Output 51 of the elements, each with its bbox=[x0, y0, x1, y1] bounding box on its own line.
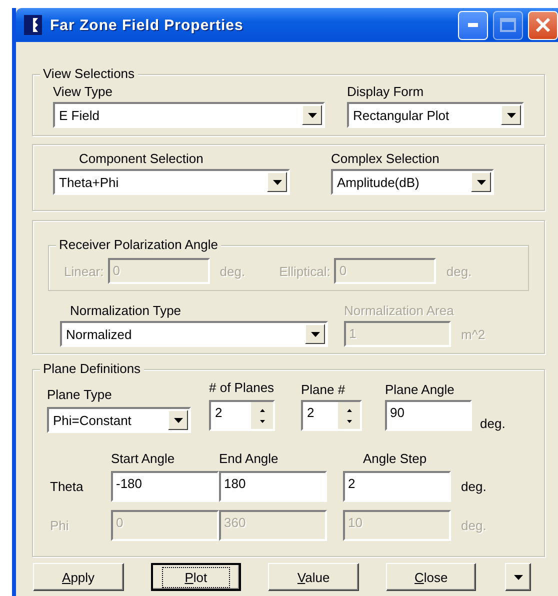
column-header: Start Angle bbox=[111, 451, 176, 467]
planes-spinner[interactable]: 2 bbox=[209, 400, 275, 431]
more-button[interactable] bbox=[505, 563, 531, 591]
dialog-button[interactable]: Apply bbox=[33, 563, 124, 591]
spin-arrows-icon bbox=[337, 402, 360, 429]
field-label: Display Form bbox=[347, 84, 425, 100]
normalization-dropdown[interactable]: Normalized bbox=[60, 321, 328, 347]
field-label: Plane # bbox=[301, 382, 346, 398]
app-icon bbox=[24, 15, 42, 35]
angle-input[interactable]: 2 bbox=[343, 471, 451, 502]
display-form-dropdown[interactable]: Rectangular Plot bbox=[347, 102, 524, 128]
field-label: Linear: bbox=[64, 264, 104, 278]
field-label: Complex Selection bbox=[331, 151, 440, 167]
maximize-icon bbox=[500, 18, 516, 32]
field-label: Normalization Area bbox=[344, 303, 455, 319]
row-label: Phi bbox=[49, 518, 70, 533]
plane-angle-input[interactable]: 90 bbox=[385, 400, 472, 431]
view-type-dropdown[interactable]: E Field bbox=[53, 102, 325, 128]
unit-label: m^2 bbox=[461, 326, 486, 342]
field-label: Normalization Type bbox=[69, 303, 182, 319]
plane-number-spinner[interactable]: 2 bbox=[301, 400, 362, 431]
angle-input[interactable]: -180 bbox=[111, 471, 219, 502]
group-title: Receiver Polarization Angle bbox=[56, 237, 221, 253]
plane-type-dropdown[interactable]: Phi=Constant bbox=[47, 407, 191, 433]
field-label: Plane Angle bbox=[385, 382, 456, 398]
field-label: Plane Type bbox=[47, 387, 113, 403]
column-header: Angle Step bbox=[362, 451, 428, 467]
complex-dropdown[interactable]: Amplitude(dB) bbox=[331, 169, 494, 195]
unit-label: deg. bbox=[220, 264, 246, 278]
component-dropdown[interactable]: Theta+Phi bbox=[53, 169, 290, 195]
spin-arrows-icon bbox=[250, 402, 273, 429]
dialog-button[interactable]: Value bbox=[268, 563, 359, 591]
close-button[interactable] bbox=[528, 10, 558, 40]
field-label: View Type bbox=[53, 84, 114, 100]
field-label: Elliptical: bbox=[279, 264, 330, 278]
unit-label: deg. bbox=[480, 416, 506, 431]
unit-label: deg. bbox=[461, 479, 488, 494]
dropdown-arrow-icon bbox=[514, 574, 523, 580]
window-title: Far Zone Field Properties bbox=[50, 16, 244, 34]
dialog-button[interactable]: Plot bbox=[150, 563, 242, 591]
column-header: End Angle bbox=[219, 451, 280, 467]
minimize-icon bbox=[468, 23, 478, 27]
unit-label: deg. bbox=[461, 518, 488, 533]
field-label: Component Selection bbox=[78, 151, 204, 167]
field-label: # of Planes bbox=[209, 380, 275, 396]
unit-label: deg. bbox=[446, 264, 472, 278]
dialog-button[interactable]: Close bbox=[386, 563, 476, 591]
close-icon bbox=[535, 17, 551, 33]
minimize-button[interactable] bbox=[458, 10, 488, 40]
row-label: Theta bbox=[49, 479, 84, 494]
angle-input[interactable]: 180 bbox=[219, 471, 327, 502]
